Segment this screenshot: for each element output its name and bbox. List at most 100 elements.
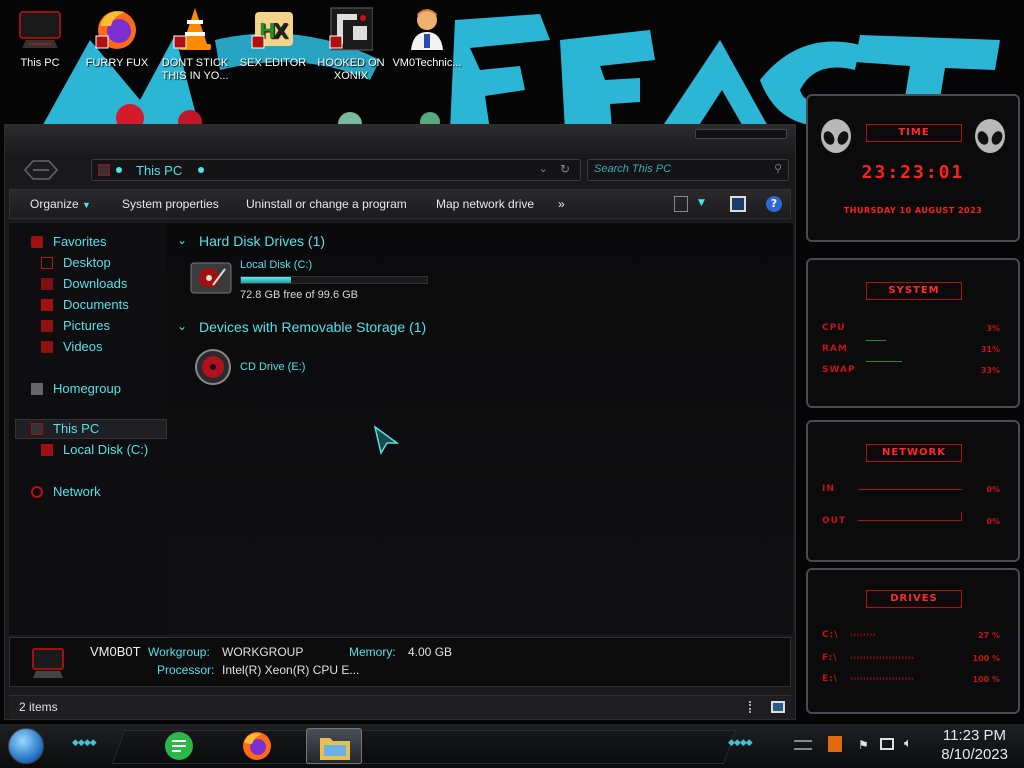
drive-name: Local Disk (C:) xyxy=(240,259,313,271)
nav-pictures[interactable]: Pictures xyxy=(41,317,110,335)
search-icon[interactable]: ⚲ xyxy=(774,162,782,175)
nav-label: Local Disk (C:) xyxy=(63,442,149,457)
nav-documents[interactable]: Documents xyxy=(41,296,129,314)
nav-favorites[interactable]: Favorites xyxy=(31,233,106,251)
nav-network[interactable]: Network xyxy=(31,483,101,501)
drive-f-value: 100 % xyxy=(972,654,1001,663)
xonix-game-icon xyxy=(329,6,374,52)
drive-usage-fill xyxy=(241,277,292,283)
window-controls[interactable] xyxy=(695,129,787,139)
homegroup-icon xyxy=(31,383,43,395)
technician-icon xyxy=(405,6,449,52)
system-properties-button[interactable]: System properties xyxy=(122,197,219,211)
refresh-icon[interactable]: ↻ xyxy=(560,162,570,176)
nav-desktop[interactable]: Desktop xyxy=(41,254,111,272)
nav-videos[interactable]: Videos xyxy=(41,338,103,356)
group-header-hard-disk-drives[interactable]: Hard Disk Drives (1) xyxy=(199,233,325,249)
title-bar[interactable] xyxy=(5,125,795,155)
drive-e-arrows: ›››››››››››››››››››› xyxy=(850,674,914,683)
folder-icon xyxy=(320,738,350,760)
taskbar-clock-date[interactable]: 8/10/2023 xyxy=(941,746,1008,763)
vlc-icon xyxy=(173,6,217,52)
desktop-icon-label: This PC xyxy=(20,57,60,69)
uninstall-program-button[interactable]: Uninstall or change a program xyxy=(246,197,407,211)
view-options-icon[interactable] xyxy=(674,196,688,212)
collapse-chevron-icon[interactable]: ⌄ xyxy=(177,233,187,247)
taskbar-app-explorer-active[interactable] xyxy=(306,728,362,764)
organize-button[interactable]: Organize ▼ xyxy=(30,197,91,211)
start-button[interactable] xyxy=(8,728,44,764)
hex-editor-icon: HX xyxy=(251,6,295,52)
drive-usage-bar xyxy=(240,276,428,284)
address-dot-icon xyxy=(198,167,204,173)
network-icon xyxy=(31,486,43,498)
svg-text:X: X xyxy=(273,19,289,43)
nav-this-pc[interactable]: This PC xyxy=(31,420,99,438)
drive-e-value: 100 % xyxy=(972,675,1001,684)
chevron-down-icon[interactable]: ⌄ xyxy=(539,162,548,175)
desktop-icon-furry-fux[interactable]: FURRY FUX xyxy=(78,6,156,70)
preview-pane-icon[interactable] xyxy=(730,196,746,212)
tray-app-icon[interactable] xyxy=(828,736,842,752)
computer-icon xyxy=(32,648,64,678)
network-in-value: 0% xyxy=(986,485,1000,494)
computer-icon xyxy=(31,423,43,435)
nav-downloads[interactable]: Downloads xyxy=(41,275,127,293)
drive-c-arrows: ›››››››› xyxy=(850,630,876,639)
alien-head-icon xyxy=(975,119,1005,153)
large-icons-view-icon[interactable] xyxy=(771,701,785,713)
taskbar: ◆◆◆◆ ◆◆◆◆ ⚑ 🔈︎ xyxy=(0,724,1024,768)
videos-icon xyxy=(41,341,53,353)
cpu-value: 3% xyxy=(986,324,1000,333)
search-input[interactable]: Search This PC xyxy=(594,163,671,175)
group-header-removable-storage[interactable]: Devices with Removable Storage (1) xyxy=(199,319,426,335)
drive-free-space: 72.8 GB free of 99.6 GB xyxy=(240,289,359,301)
computer-icon xyxy=(18,6,62,52)
nav-local-disk-c[interactable]: Local Disk (C:) xyxy=(41,441,148,459)
desktop-icon-this-pc[interactable]: This PC xyxy=(1,6,79,70)
address-bar[interactable]: This PC ⌄ ↻ xyxy=(91,159,581,181)
desktop-icon-vlc-shortcut[interactable]: DONT STICK THIS IN YO... xyxy=(156,6,234,83)
address-crumb-this-pc[interactable]: This PC xyxy=(136,163,182,178)
details-view-icon[interactable] xyxy=(749,701,761,713)
view-dropdown-arrow-icon[interactable]: ▼ xyxy=(698,198,705,208)
drive-c-value: 27 % xyxy=(978,631,1000,640)
drive-e-label: E:\ xyxy=(822,674,839,684)
desktop-icon-label: HOOKED ON XONIX xyxy=(317,57,385,82)
desktop-icon-sex-editor[interactable]: HX SEX EDITOR xyxy=(234,6,312,70)
back-forward-button[interactable] xyxy=(23,159,59,181)
nav-homegroup[interactable]: Homegroup xyxy=(31,380,121,398)
taskbar-app-firefox[interactable] xyxy=(240,730,274,762)
ram-label: RAM xyxy=(822,344,848,354)
processor-label: Processor: xyxy=(157,663,215,677)
show-hidden-icons[interactable] xyxy=(794,740,812,750)
collapse-chevron-icon[interactable]: ⌄ xyxy=(177,319,187,333)
pictures-icon xyxy=(41,320,53,332)
drive-item-e[interactable]: CD Drive (E:) xyxy=(193,347,393,387)
network-widget: NETWORK IN 0% OUT 0% xyxy=(806,420,1020,562)
desktop-icon-vm0technician[interactable]: VM0Technic... xyxy=(388,6,466,70)
drive-item-c[interactable]: Local Disk (C:) 72.8 GB free of 99.6 GB xyxy=(189,259,429,303)
explorer-window: This PC ⌄ ↻ Search This PC ⚲ Organize ▼ … xyxy=(4,124,796,720)
volume-icon[interactable]: 🔈︎ xyxy=(904,736,912,751)
action-center-flag-icon[interactable]: ⚑ xyxy=(858,738,869,752)
swap-label: SWAP xyxy=(822,365,856,375)
hard-drive-icon xyxy=(190,262,232,294)
firefox-icon xyxy=(243,732,271,760)
network-out-label: OUT xyxy=(822,516,847,526)
desktop-icon-label: VM0Technic... xyxy=(392,57,462,69)
widget-title: TIME xyxy=(866,124,962,142)
taskbar-clock-time[interactable]: 11:23 PM xyxy=(943,727,1006,744)
taskbar-app-notes[interactable] xyxy=(162,730,196,762)
desktop-icon-xonix[interactable]: HOOKED ON XONIX xyxy=(312,6,390,83)
drive-name: CD Drive (E:) xyxy=(240,361,306,373)
map-network-drive-button[interactable]: Map network drive xyxy=(436,197,534,211)
pc-icon xyxy=(98,164,110,176)
help-icon[interactable]: ? xyxy=(766,196,782,212)
widget-title: DRIVES xyxy=(866,590,962,608)
network-tray-icon[interactable] xyxy=(880,738,894,750)
search-box[interactable]: Search This PC ⚲ xyxy=(587,159,789,181)
desktop-folder-icon xyxy=(41,257,53,269)
more-commands-button[interactable]: » xyxy=(558,197,565,211)
cd-drive-icon xyxy=(195,349,231,385)
